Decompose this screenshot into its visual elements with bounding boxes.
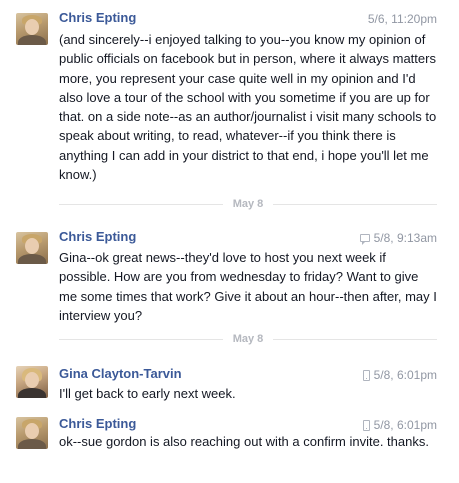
divider-label: May 8: [232, 198, 264, 210]
chat-icon: [359, 234, 370, 245]
avatar-face: [25, 372, 39, 388]
divider-line: [273, 203, 438, 205]
sender-name[interactable]: Chris Epting: [59, 229, 136, 244]
avatar-shoulders: [18, 388, 46, 398]
timestamp-text: 5/8, 6:01pm: [373, 418, 437, 432]
avatar[interactable]: [16, 232, 48, 264]
message-text: I'll get back to early next week.: [59, 386, 236, 401]
mobile-phone-icon: [362, 419, 370, 431]
message-timestamp: 5/8, 6:01pm: [362, 418, 437, 432]
mobile-phone-icon: [362, 369, 370, 381]
day-divider: May 8: [59, 198, 438, 210]
sender-name[interactable]: Gina Clayton-Tarvin: [59, 366, 182, 381]
message-timestamp: 5/6, 11:20pm: [368, 12, 437, 26]
message-text: (and sincerely--i enjoyed talking to you…: [59, 32, 437, 183]
avatar-face: [25, 423, 39, 439]
timestamp-text: 5/8, 9:13am: [373, 231, 437, 245]
message-timestamp: 5/8, 6:01pm: [362, 368, 437, 382]
avatar[interactable]: [16, 417, 48, 449]
divider-label: May 8: [232, 333, 264, 345]
avatar-face: [25, 19, 39, 35]
avatar-shoulders: [18, 35, 46, 45]
avatar-shoulders: [18, 439, 46, 449]
avatar-shoulders: [18, 254, 46, 264]
avatar-face: [25, 238, 39, 254]
avatar[interactable]: [16, 13, 48, 45]
divider-line: [59, 338, 223, 340]
divider-line: [273, 338, 438, 340]
message-text: Gina--ok great news--they'd love to host…: [59, 250, 437, 323]
message-timestamp: 5/8, 9:13am: [359, 231, 437, 245]
sender-name[interactable]: Chris Epting: [59, 416, 136, 431]
timestamp-text: 5/8, 6:01pm: [373, 368, 437, 382]
divider-line: [59, 203, 223, 205]
sender-name[interactable]: Chris Epting: [59, 10, 136, 25]
day-divider: May 8: [59, 333, 438, 345]
avatar[interactable]: [16, 366, 48, 398]
message-text: ok--sue gordon is also reaching out with…: [59, 434, 429, 449]
timestamp-text: 5/6, 11:20pm: [367, 12, 437, 26]
